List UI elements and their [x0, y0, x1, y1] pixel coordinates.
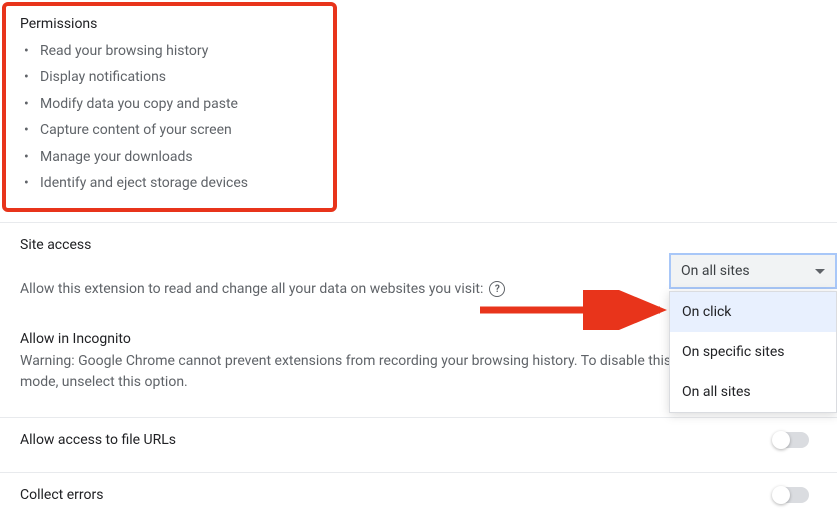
file-urls-row: Allow access to file URLs	[0, 418, 837, 462]
site-access-label: Allow this extension to read and change …	[20, 281, 505, 297]
permission-item: Capture content of your screen	[40, 117, 319, 143]
permissions-highlight-box: Permissions Read your browsing history D…	[2, 2, 337, 212]
collect-errors-row: Collect errors	[0, 473, 837, 517]
collect-errors-label: Collect errors	[20, 487, 103, 503]
collect-errors-toggle[interactable]	[773, 487, 809, 503]
file-urls-label: Allow access to file URLs	[20, 432, 176, 448]
toggle-knob	[772, 431, 790, 449]
dropdown-menu: On click On specific sites On all sites	[669, 291, 837, 413]
dropdown-option-on-specific-sites[interactable]: On specific sites	[670, 332, 836, 372]
permissions-list: Read your browsing history Display notif…	[40, 38, 319, 196]
site-access-label-text: Allow this extension to read and change …	[20, 281, 483, 297]
dropdown-selected-text: On all sites	[681, 263, 750, 279]
site-access-dropdown[interactable]: On all sites On click On specific sites …	[669, 253, 837, 413]
dropdown-option-on-all-sites[interactable]: On all sites	[670, 372, 836, 412]
dropdown-selected[interactable]: On all sites	[669, 253, 837, 289]
dropdown-option-on-click[interactable]: On click	[670, 292, 836, 332]
file-urls-toggle[interactable]	[773, 432, 809, 448]
permissions-title: Permissions	[20, 16, 319, 32]
chevron-down-icon	[815, 269, 825, 274]
toggle-knob	[772, 486, 790, 504]
permission-item: Manage your downloads	[40, 144, 319, 170]
permission-item: Identify and eject storage devices	[40, 170, 319, 196]
permission-item: Modify data you copy and paste	[40, 91, 319, 117]
permission-item: Read your browsing history	[40, 38, 319, 64]
permission-item: Display notifications	[40, 64, 319, 90]
help-icon[interactable]: ?	[489, 281, 505, 297]
site-access-title: Site access	[20, 237, 817, 253]
